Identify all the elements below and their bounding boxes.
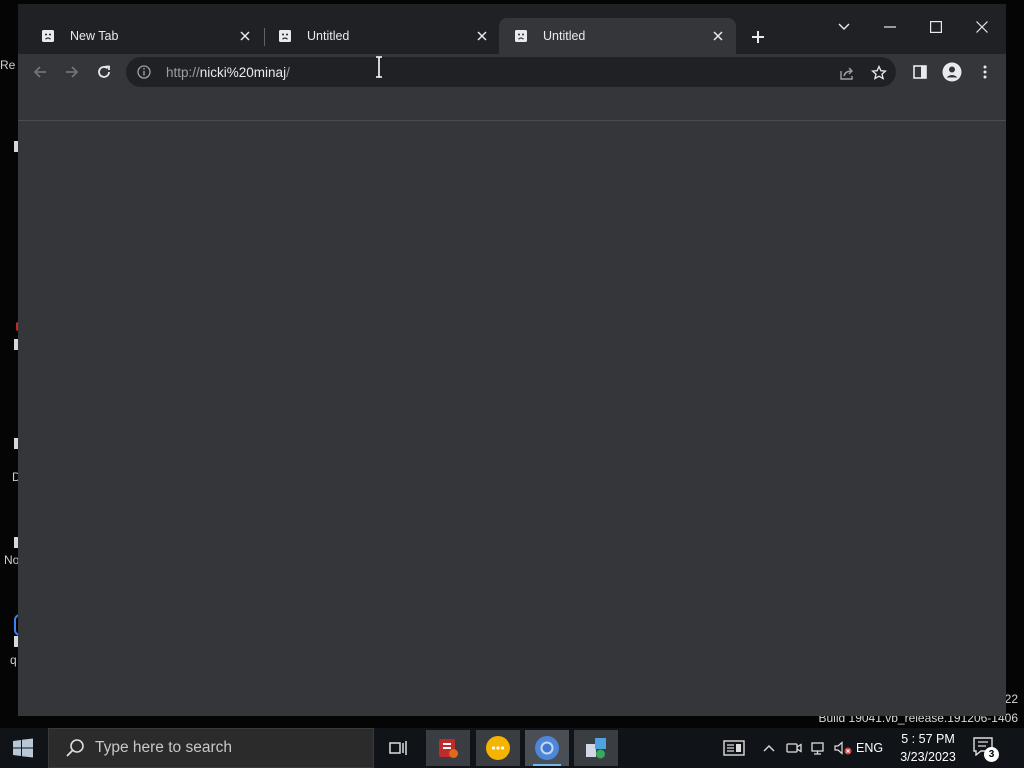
share-icon[interactable] xyxy=(838,64,856,82)
side-panel-icon xyxy=(913,65,927,79)
maximize-button[interactable] xyxy=(916,12,956,42)
windows-logo-icon xyxy=(13,738,33,758)
reload-icon xyxy=(98,65,110,78)
network-status-button[interactable] xyxy=(808,728,828,768)
news-widget-button[interactable] xyxy=(720,728,748,768)
side-panel-button[interactable] xyxy=(905,57,935,87)
sad-page-icon xyxy=(40,28,56,44)
new-tab-button[interactable] xyxy=(746,25,770,49)
taskbar-app-filezilla[interactable] xyxy=(426,730,470,766)
bookmark-star-icon[interactable] xyxy=(870,64,888,82)
speaker-muted-icon xyxy=(834,741,852,755)
minimize-icon xyxy=(884,26,896,28)
clock-time: 5 : 57 PM xyxy=(901,732,955,746)
desktop-icon-label: q xyxy=(10,653,17,667)
tab-untitled-active[interactable]: Untitled xyxy=(499,18,736,54)
taskbar-app-network-tool[interactable] xyxy=(574,730,618,766)
arrow-right-icon xyxy=(66,66,79,78)
site-info-icon[interactable] xyxy=(136,64,152,80)
search-placeholder: Type here to search xyxy=(95,739,232,756)
sad-page-icon xyxy=(277,28,293,44)
kebab-menu-icon xyxy=(983,65,987,79)
close-window-button[interactable] xyxy=(962,12,1002,42)
taskbar-app-chrome[interactable] xyxy=(525,730,569,766)
filezilla-icon xyxy=(439,739,458,758)
browser-toolbar: http://nicki%20minaj/ xyxy=(18,54,1006,90)
windows-watermark-version: 22 xyxy=(1004,692,1018,706)
url-scheme: http:// xyxy=(166,64,200,80)
back-button[interactable] xyxy=(25,57,55,87)
task-view-button[interactable] xyxy=(376,730,420,766)
clock-date: 3/23/2023 xyxy=(900,750,956,764)
sad-page-icon xyxy=(513,28,529,44)
taskbar-clock[interactable]: 5 : 57 PM 3/23/2023 xyxy=(892,730,964,766)
meet-now-button[interactable] xyxy=(784,728,804,768)
tab-title: New Tab xyxy=(70,29,119,43)
page-content[interactable] xyxy=(18,122,1006,716)
url-host: nicki%20minaj xyxy=(199,64,287,80)
notification-count-badge: 3 xyxy=(984,747,999,762)
taskbar: Type here to search ENG 5 : 57 PM 3/23/2… xyxy=(0,728,1024,768)
network-tool-icon xyxy=(586,738,606,759)
close-tab-icon[interactable] xyxy=(474,28,490,44)
chevron-down-icon xyxy=(838,23,850,30)
close-tab-icon[interactable] xyxy=(710,28,726,44)
bookmarks-bar xyxy=(18,90,1006,121)
show-hidden-icons-button[interactable] xyxy=(760,728,778,768)
tab-title: Untitled xyxy=(543,29,586,43)
reload-button[interactable] xyxy=(89,57,119,87)
tab-new-tab[interactable]: New Tab xyxy=(26,18,263,54)
chat-bubble-icon xyxy=(486,736,510,760)
profile-button[interactable] xyxy=(937,57,967,87)
input-language-indicator[interactable]: ENG xyxy=(856,728,883,768)
close-icon xyxy=(976,21,988,33)
active-app-indicator xyxy=(533,764,561,766)
news-icon xyxy=(723,740,745,756)
video-camera-icon xyxy=(786,743,802,753)
address-bar[interactable]: http://nicki%20minaj/ xyxy=(126,57,896,87)
tab-title: Untitled xyxy=(307,29,350,43)
minimize-button[interactable] xyxy=(870,12,910,42)
start-button[interactable] xyxy=(0,728,46,768)
tab-search-button[interactable] xyxy=(824,12,864,42)
chevron-up-icon xyxy=(763,745,775,752)
chrome-icon xyxy=(535,736,559,760)
taskbar-search-box[interactable]: Type here to search xyxy=(48,728,374,768)
browser-window: New Tab Untitled Untitled http://nicki%2… xyxy=(18,4,1006,716)
plus-icon xyxy=(752,31,764,43)
address-url[interactable]: http://nicki%20minaj/ xyxy=(158,65,290,80)
forward-button[interactable] xyxy=(57,57,87,87)
tab-untitled[interactable]: Untitled xyxy=(263,18,500,54)
tab-strip: New Tab Untitled Untitled xyxy=(18,4,1006,54)
volume-button[interactable] xyxy=(832,728,854,768)
browser-menu-button[interactable] xyxy=(970,57,1000,87)
close-tab-icon[interactable] xyxy=(237,28,253,44)
profile-avatar-icon xyxy=(942,62,962,82)
network-icon xyxy=(811,742,824,755)
search-icon xyxy=(66,739,84,757)
url-path: / xyxy=(286,64,290,80)
maximize-icon xyxy=(930,21,942,33)
desktop-icon-label: Re xyxy=(0,58,16,72)
arrow-left-icon xyxy=(33,66,46,78)
text-cursor-icon xyxy=(374,56,384,78)
taskbar-app-chat[interactable] xyxy=(476,730,520,766)
task-view-icon xyxy=(389,741,407,755)
